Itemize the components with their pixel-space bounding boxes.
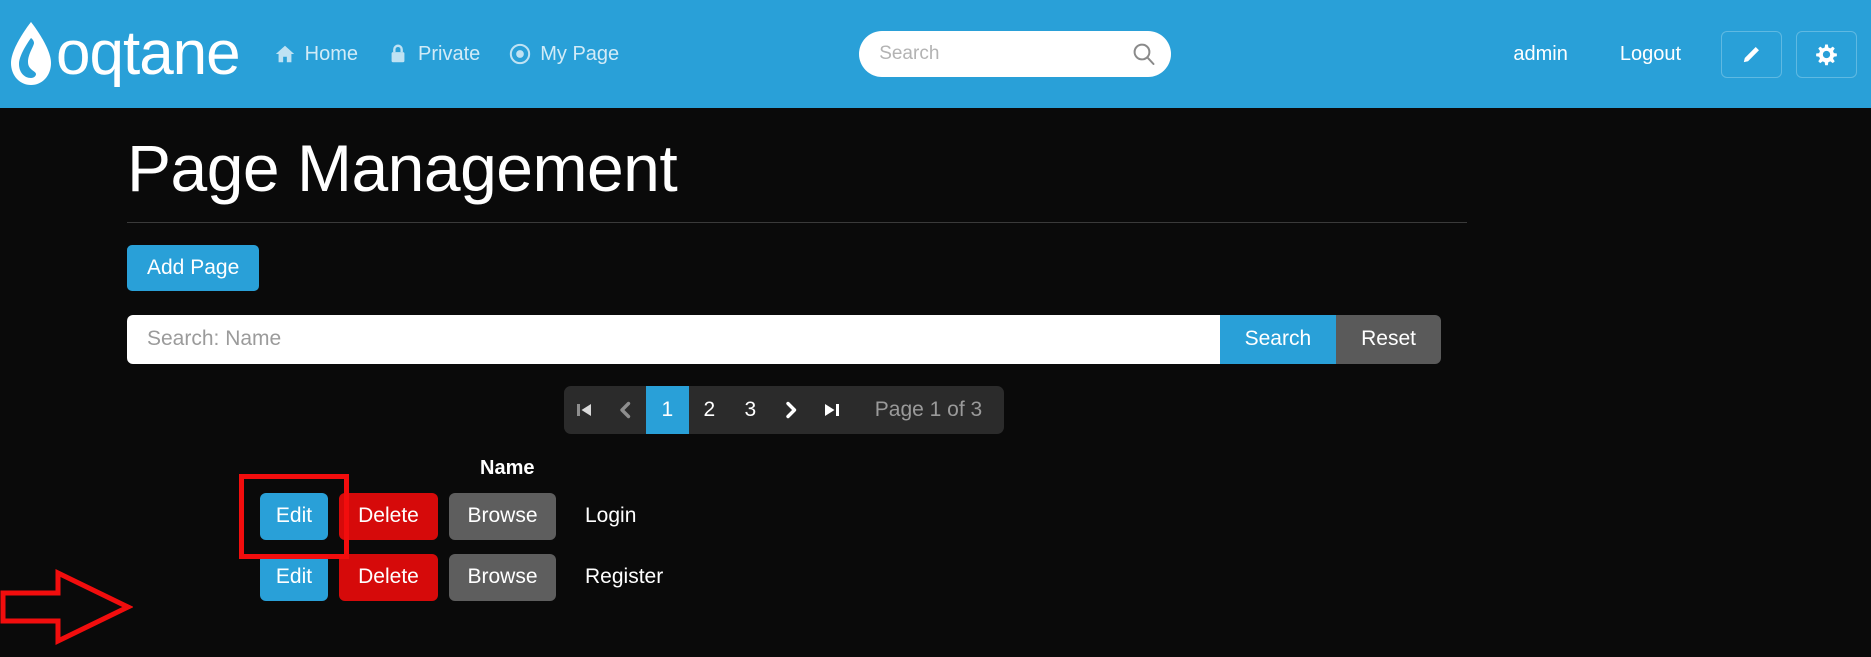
nav-item-my-page[interactable]: My Page	[509, 43, 619, 66]
last-page-icon	[825, 403, 840, 416]
pages-table: Name Edit Delete Browse Login Edit Delet…	[127, 452, 1441, 608]
table-row: Edit Delete Browse Register	[256, 547, 1441, 608]
pagination: 1 2 3 Page 1 of 3	[563, 385, 1005, 434]
page-body: Page Management Add Page Search Reset 1 …	[0, 108, 1871, 657]
pagination-row: 1 2 3 Page 1 of 3	[127, 385, 1441, 434]
page-search-row: Search Reset	[127, 314, 1441, 364]
nav-label-private: Private	[418, 42, 481, 65]
pagination-next[interactable]	[771, 386, 812, 434]
reset-button[interactable]: Reset	[1336, 314, 1441, 364]
target-icon	[510, 43, 531, 65]
brand-name: oqtane	[56, 19, 241, 88]
pagination-first[interactable]	[564, 386, 605, 434]
edit-button[interactable]: Edit	[260, 553, 328, 601]
delete-button[interactable]: Delete	[339, 553, 438, 601]
pagination-page-2[interactable]: 2	[689, 386, 730, 434]
table-row: Edit Delete Browse Login	[239, 473, 1441, 559]
pencil-icon	[1743, 46, 1759, 62]
main-navigation: Home Private My Page	[274, 43, 619, 66]
header-user-zone: admin Logout	[1487, 30, 1857, 78]
header-search-input[interactable]	[879, 43, 1132, 65]
lock-icon	[391, 44, 405, 63]
nav-label-home: Home	[304, 42, 358, 65]
settings-button[interactable]	[1796, 30, 1857, 78]
header-search-box[interactable]	[859, 31, 1172, 77]
edit-button-wrap: Edit	[260, 553, 328, 601]
logout-link[interactable]: Logout	[1594, 43, 1707, 66]
row-name: Login	[585, 504, 637, 528]
site-header: oqtane Home Private My Page Search admin…	[0, 0, 1871, 108]
username-link[interactable]: admin	[1487, 43, 1593, 66]
search-button[interactable]: Search	[1219, 314, 1337, 364]
nav-label-my-page: My Page	[540, 42, 620, 65]
column-header-name: Name	[480, 457, 535, 480]
water-drop-icon	[11, 22, 51, 85]
nav-item-home[interactable]: Home	[274, 43, 358, 66]
nav-item-private[interactable]: Private	[387, 43, 480, 66]
annotation-arrow	[0, 569, 133, 645]
browse-button[interactable]: Browse	[449, 492, 556, 540]
pagination-prev[interactable]	[605, 386, 646, 434]
home-icon	[275, 45, 294, 63]
edit-button-highlight: Edit	[239, 473, 349, 559]
browse-button[interactable]: Browse	[449, 553, 556, 601]
row-name: Register	[585, 565, 664, 589]
gear-icon	[1816, 44, 1837, 65]
table-header-row: Name	[127, 452, 1441, 486]
next-page-icon	[786, 401, 797, 419]
edit-button[interactable]: Edit	[260, 492, 328, 540]
pagination-status: Page 1 of 3	[874, 397, 983, 421]
title-divider	[127, 221, 1467, 223]
prev-page-icon	[620, 401, 631, 419]
first-page-icon	[577, 403, 592, 416]
pagination-last[interactable]	[812, 386, 853, 434]
brand-logo[interactable]: oqtane	[8, 19, 241, 88]
edit-mode-button[interactable]	[1721, 30, 1782, 78]
pagination-page-3[interactable]: 3	[730, 386, 771, 434]
add-page-button[interactable]: Add Page	[127, 244, 260, 291]
delete-button[interactable]: Delete	[339, 492, 438, 540]
page-title: Page Management	[127, 131, 678, 205]
pagination-page-1[interactable]: 1	[645, 385, 689, 434]
search-icon[interactable]	[1131, 41, 1157, 67]
page-search-input[interactable]	[127, 314, 1220, 364]
